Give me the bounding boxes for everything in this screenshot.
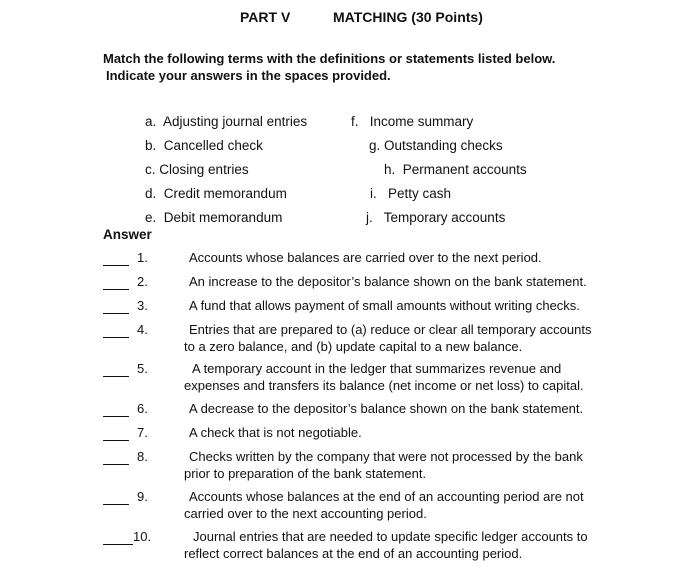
- question-text-line-2: prior to preparation of the bank stateme…: [184, 466, 427, 481]
- question-text-line-2: carried over to the next accounting peri…: [184, 506, 427, 521]
- answer-blank[interactable]: [103, 313, 129, 314]
- term-letter: c.: [145, 162, 156, 177]
- term-letter: j.: [366, 210, 373, 225]
- question-text-line-2: reflect correct balances at the end of a…: [184, 546, 523, 561]
- question-number: 2.: [137, 274, 148, 289]
- term-item: h. Permanent accounts: [384, 162, 527, 177]
- term-letter: f.: [351, 114, 359, 129]
- term-item: g. Outstanding checks: [369, 138, 503, 153]
- answer-blank[interactable]: [103, 416, 129, 417]
- term-text: Outstanding checks: [384, 138, 503, 153]
- instructions-line-1: Match the following terms with the defin…: [103, 51, 556, 66]
- term-item: e. Debit memorandum: [145, 210, 282, 225]
- question-text: An increase to the depositor’s balance s…: [189, 274, 587, 289]
- term-letter: d.: [145, 186, 157, 201]
- answer-blank[interactable]: [103, 289, 129, 290]
- question-number: 10.: [133, 529, 152, 544]
- term-text: Temporary accounts: [383, 210, 506, 225]
- term-letter: e.: [145, 210, 157, 225]
- question-text: Accounts whose balances are carried over…: [189, 250, 542, 265]
- term-item: d. Credit memorandum: [145, 186, 287, 201]
- term-text: Debit memorandum: [163, 210, 283, 225]
- term-text: Income summary: [369, 114, 474, 129]
- question-number: 1.: [137, 250, 148, 265]
- question-text: A fund that allows payment of small amou…: [189, 298, 580, 313]
- term-letter: h.: [384, 162, 396, 177]
- question-text-line-1: A temporary account in the ledger that s…: [192, 361, 562, 376]
- question-text-line-1: Checks written by the company that were …: [189, 449, 583, 464]
- answer-header: Answer: [103, 227, 152, 242]
- part-label: PART V: [240, 9, 291, 25]
- question-number: 7.: [137, 425, 148, 440]
- answer-blank[interactable]: [103, 265, 129, 266]
- question-number: 9.: [137, 489, 148, 504]
- term-letter: a.: [145, 114, 157, 129]
- question-number: 5.: [137, 361, 148, 376]
- term-letter: i.: [370, 186, 377, 201]
- question-number: 3.: [137, 298, 148, 313]
- term-item: b. Cancelled check: [145, 138, 263, 153]
- term-text: Credit memorandum: [163, 186, 287, 201]
- question-number: 8.: [137, 449, 148, 464]
- term-item: j. Temporary accounts: [366, 210, 505, 225]
- answer-blank[interactable]: [103, 544, 133, 545]
- question-text-line-1: Accounts whose balances at the end of an…: [189, 489, 584, 504]
- question-text: A decrease to the depositor’s balance sh…: [189, 401, 584, 416]
- answer-blank[interactable]: [103, 376, 129, 377]
- term-text: Adjusting journal entries: [163, 114, 308, 129]
- term-item: f. Income summary: [351, 114, 473, 129]
- term-text: Permanent accounts: [402, 162, 527, 177]
- question-text-line-2: expenses and transfers its balance (net …: [184, 378, 584, 393]
- term-text: Petty cash: [388, 186, 452, 201]
- question-text-line-1: Journal entries that are needed to updat…: [193, 529, 588, 544]
- question-number: 4.: [137, 322, 148, 337]
- term-item: c. Closing entries: [145, 162, 249, 177]
- answer-blank[interactable]: [103, 504, 129, 505]
- instructions-line-2: Indicate your answers in the spaces prov…: [106, 68, 391, 83]
- question-number: 6.: [137, 401, 148, 416]
- term-letter: g.: [369, 138, 381, 153]
- answer-blank[interactable]: [103, 337, 129, 338]
- term-item: i. Petty cash: [370, 186, 451, 201]
- question-text-line-2: to a zero balance, and (b) update capita…: [184, 339, 523, 354]
- question-text: A check that is not negotiable.: [189, 425, 362, 440]
- term-letter: b.: [145, 138, 157, 153]
- answer-blank[interactable]: [103, 440, 129, 441]
- term-item: a. Adjusting journal entries: [145, 114, 307, 129]
- question-text-line-1: Entries that are prepared to (a) reduce …: [189, 322, 592, 337]
- term-text: Closing entries: [159, 162, 249, 177]
- answer-blank[interactable]: [103, 464, 129, 465]
- term-text: Cancelled check: [163, 138, 263, 153]
- section-title: MATCHING (30 Points): [333, 9, 483, 25]
